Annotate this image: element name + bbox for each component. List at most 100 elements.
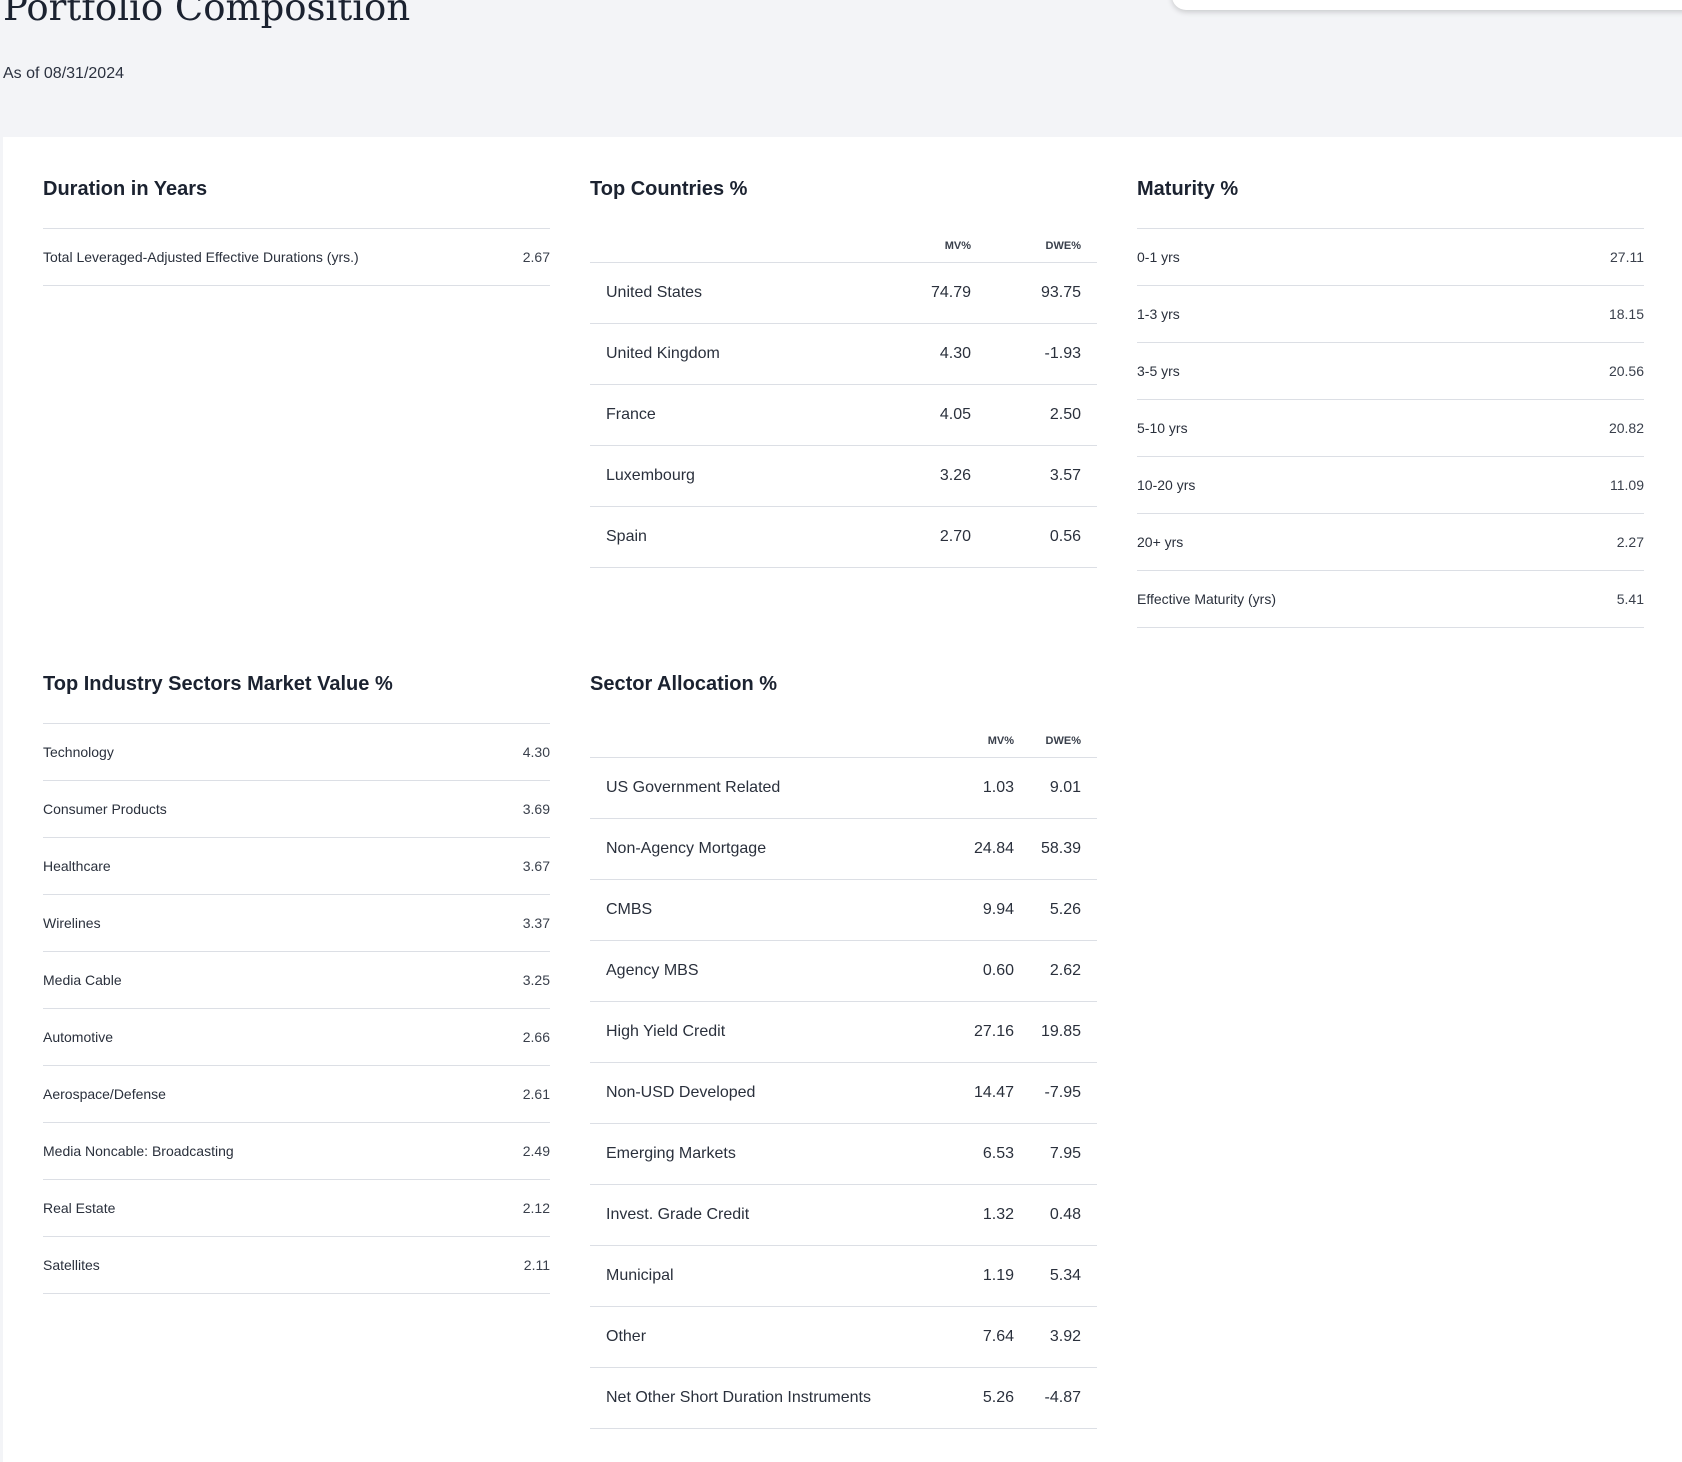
allocation-dwe: 5.34 <box>1049 1267 1081 1284</box>
sector-label: Media Cable <box>43 972 122 988</box>
allocation-mv: 1.03 <box>982 779 1014 796</box>
country-mv: 4.30 <box>939 345 971 362</box>
dwe-column-header: DWE% <box>1045 240 1081 252</box>
allocation-dwe: 19.85 <box>1040 1023 1081 1040</box>
sector-value: 2.11 <box>523 1257 550 1273</box>
table-row: Spain 2.70 0.56 <box>590 507 1097 568</box>
maturity-label: 20+ yrs <box>1137 534 1184 550</box>
sector-allocation-section: Sector Allocation % MV% DWE% US Governme… <box>590 632 1097 1429</box>
table-row: Net Other Short Duration Instruments 5.2… <box>590 1368 1097 1429</box>
country-name: Spain <box>606 528 647 545</box>
table-row: CMBS 9.94 5.26 <box>590 880 1097 941</box>
allocation-dwe: 7.95 <box>1049 1145 1081 1162</box>
sector-label: Technology <box>43 744 114 760</box>
table-row: Other 7.64 3.92 <box>590 1307 1097 1368</box>
country-mv: 2.70 <box>939 528 971 545</box>
sector-label: Automotive <box>43 1029 114 1045</box>
maturity-value: 18.15 <box>1608 306 1644 322</box>
sector-value: 2.49 <box>522 1143 550 1159</box>
list-item: Total Leveraged-Adjusted Effective Durat… <box>43 229 550 286</box>
country-dwe: -1.93 <box>1044 345 1081 362</box>
allocation-mv: 24.84 <box>973 840 1014 857</box>
allocation-dwe: 3.92 <box>1049 1328 1081 1345</box>
country-name: United States <box>606 284 703 301</box>
table-row: United States 74.79 93.75 <box>590 263 1097 324</box>
list-item: 3-5 yrs 20.56 <box>1137 343 1644 400</box>
sector-value: 2.66 <box>522 1029 550 1045</box>
table-header: MV% DWE% <box>590 217 1097 263</box>
sector-label: Consumer Products <box>43 801 167 817</box>
list-item: 10-20 yrs 11.09 <box>1137 457 1644 514</box>
allocation-dwe: -4.87 <box>1044 1389 1081 1406</box>
country-mv: 4.05 <box>939 406 971 423</box>
as-of-date: As of 08/31/2024 <box>3 65 124 82</box>
mv-column-header: MV% <box>987 735 1014 747</box>
list-item: Effective Maturity (yrs) 5.41 <box>1137 571 1644 628</box>
maturity-value: 5.41 <box>1616 591 1644 607</box>
list-item: 20+ yrs 2.27 <box>1137 514 1644 571</box>
maturity-label: 1-3 yrs <box>1137 306 1180 322</box>
duration-section: Duration in Years Total Leveraged-Adjust… <box>43 137 550 286</box>
allocation-name: Emerging Markets <box>606 1145 736 1162</box>
top-countries-title: Top Countries % <box>590 178 748 200</box>
mv-column-header: MV% <box>944 240 971 252</box>
table-header: MV% DWE% <box>590 712 1097 758</box>
maturity-label: 3-5 yrs <box>1137 363 1180 379</box>
list-item: Media Noncable: Broadcasting 2.49 <box>43 1123 550 1180</box>
allocation-name: Net Other Short Duration Instruments <box>606 1389 871 1406</box>
allocation-mv: 27.16 <box>973 1023 1014 1040</box>
list-item: Automotive 2.66 <box>43 1009 550 1066</box>
country-dwe: 3.57 <box>1049 467 1081 484</box>
allocation-mv: 14.47 <box>973 1084 1014 1101</box>
sector-label: Aerospace/Defense <box>43 1086 166 1102</box>
country-dwe: 2.50 <box>1049 406 1081 423</box>
allocation-mv: 6.53 <box>982 1145 1014 1162</box>
allocation-mv: 1.32 <box>982 1206 1014 1223</box>
sector-value: 2.61 <box>522 1086 550 1102</box>
allocation-dwe: -7.95 <box>1044 1084 1081 1101</box>
industry-sectors-title: Top Industry Sectors Market Value % <box>43 673 393 695</box>
allocation-name: Other <box>606 1328 647 1345</box>
maturity-value: 20.82 <box>1608 420 1644 436</box>
maturity-value: 2.27 <box>1616 534 1644 550</box>
country-name: United Kingdom <box>606 345 720 362</box>
allocation-name: High Yield Credit <box>606 1023 726 1040</box>
maturity-label: 10-20 yrs <box>1137 477 1196 493</box>
table-row: United Kingdom 4.30 -1.93 <box>590 324 1097 385</box>
dwe-column-header: DWE% <box>1045 735 1081 747</box>
allocation-dwe: 9.01 <box>1049 779 1081 796</box>
list-item: Healthcare 3.67 <box>43 838 550 895</box>
maturity-value: 20.56 <box>1608 363 1644 379</box>
sector-value: 2.12 <box>522 1200 550 1216</box>
allocation-mv: 0.60 <box>982 962 1014 979</box>
floating-card-edge <box>1172 0 1682 10</box>
country-dwe: 93.75 <box>1040 284 1081 301</box>
allocation-name: Invest. Grade Credit <box>606 1206 750 1223</box>
allocation-dwe: 58.39 <box>1040 840 1081 857</box>
allocation-mv: 9.94 <box>982 901 1014 918</box>
sector-allocation-title: Sector Allocation % <box>590 673 778 695</box>
sector-label: Real Estate <box>43 1200 116 1216</box>
list-item: 5-10 yrs 20.82 <box>1137 400 1644 457</box>
allocation-name: Municipal <box>606 1267 674 1284</box>
table-row: US Government Related 1.03 9.01 <box>590 758 1097 819</box>
maturity-value: 11.09 <box>1610 477 1644 493</box>
allocation-mv: 1.19 <box>982 1267 1014 1284</box>
maturity-title: Maturity % <box>1137 178 1239 200</box>
table-row: Non-USD Developed 14.47 -7.95 <box>590 1063 1097 1124</box>
list-item: Satellites 2.11 <box>43 1237 550 1294</box>
sector-label: Satellites <box>43 1257 100 1273</box>
maturity-label: 5-10 yrs <box>1137 420 1188 436</box>
table-row: Invest. Grade Credit 1.32 0.48 <box>590 1185 1097 1246</box>
table-row: Municipal 1.19 5.34 <box>590 1246 1097 1307</box>
sector-label: Media Noncable: Broadcasting <box>43 1143 234 1159</box>
page-title: Portfolio Composition <box>3 0 411 29</box>
list-item: Consumer Products 3.69 <box>43 781 550 838</box>
allocation-dwe: 2.62 <box>1049 962 1081 979</box>
allocation-name: Non-Agency Mortgage <box>606 840 767 857</box>
country-mv: 3.26 <box>939 467 971 484</box>
sector-value: 4.30 <box>522 744 550 760</box>
allocation-name: Non-USD Developed <box>606 1084 756 1101</box>
country-dwe: 0.56 <box>1049 528 1081 545</box>
sector-label: Wirelines <box>43 915 101 931</box>
